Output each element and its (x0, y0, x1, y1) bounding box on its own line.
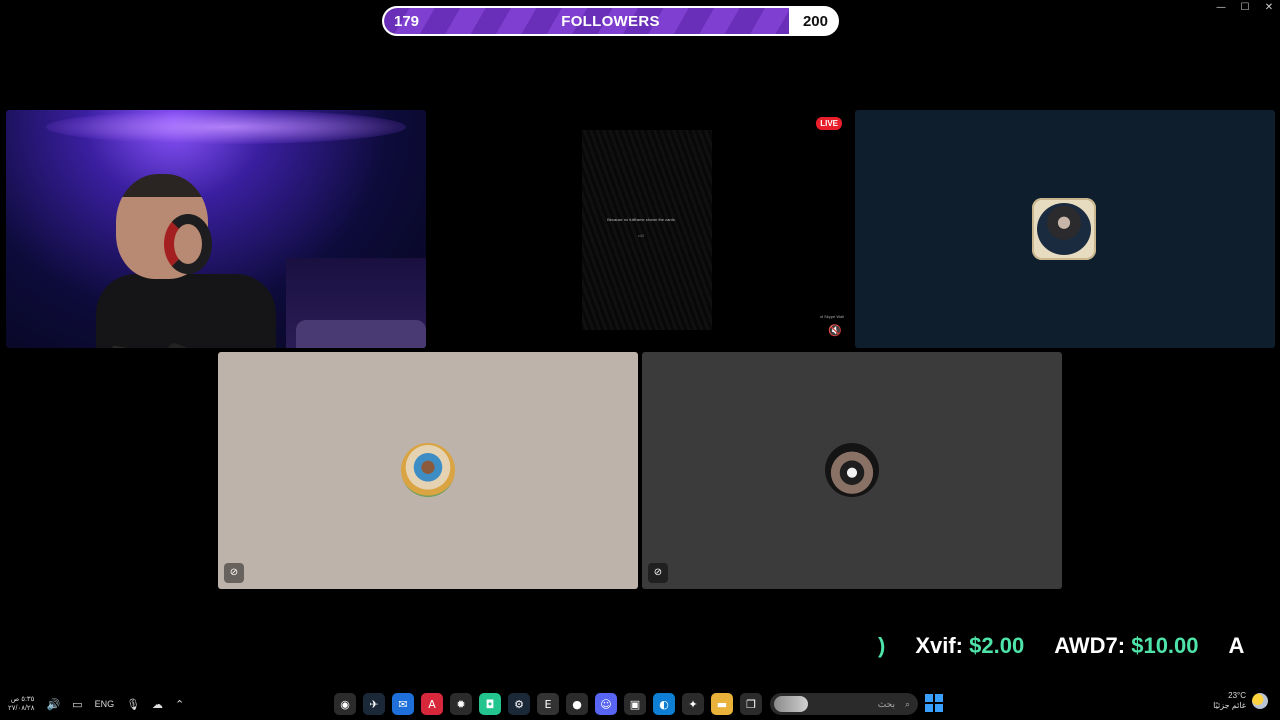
webcam-tile (6, 110, 426, 348)
headset-icon (164, 214, 212, 274)
chrome-icon[interactable]: ● (566, 693, 588, 715)
live-badge: LIVE (816, 117, 842, 130)
streamer (96, 174, 276, 348)
system-tray: ٥:٣٥ ص ٢٧/٠٨/٢٨ 🔊 ▭ ENG 🎙 ☁ ⌃ (8, 688, 184, 720)
screen-submessage: c42 (637, 233, 645, 238)
steam-icon[interactable]: ⚙ (508, 693, 530, 715)
explorer-icon[interactable]: ▬ (711, 693, 733, 715)
weather-widget[interactable]: 23°C غائم جزئيًا (1213, 691, 1268, 711)
taskbar: ٥:٣٥ ص ٢٧/٠٨/٢٨ 🔊 ▭ ENG 🎙 ☁ ⌃ ◉ ✈ ✉ A ✹ ◘ ⚙ E ● ☺… (0, 688, 1280, 720)
app-a-icon[interactable]: A (421, 693, 443, 715)
start-button[interactable] (925, 694, 943, 712)
search-highlight-image (774, 696, 808, 712)
followers-goal-bar: 179 FOLLOWERS 200 (382, 6, 839, 36)
donation-amount: $2.00 (969, 633, 1025, 658)
donation-item: Xvif: $2.00 (915, 633, 1024, 659)
donor-name: A (1228, 633, 1245, 658)
window-controls: — ☐ ✕ (1216, 2, 1274, 13)
background-sofa (296, 320, 426, 348)
donor-name: AWD7: (1054, 633, 1126, 658)
weather-icon (1252, 693, 1268, 709)
screen-share-tile: Because no fullframe shown the cards c42… (432, 110, 850, 348)
mail-icon[interactable]: ✉ (392, 693, 414, 715)
donor-name: Xvif: (915, 633, 964, 658)
search-placeholder: بحث (877, 698, 895, 709)
participant-tile-bottom-right: ⊘ (642, 352, 1062, 589)
minimize-icon[interactable]: — (1216, 2, 1226, 13)
discord-icon[interactable]: ☺ (595, 693, 617, 715)
chevron-up-icon[interactable]: ⌃ (175, 698, 184, 711)
screen-message: Because no fullframe shown the cards (607, 217, 675, 222)
weather-temp: 23°C (1228, 691, 1246, 700)
participant-avatar (825, 443, 879, 497)
clock-time: ٥:٣٥ ص (10, 696, 35, 703)
donation-ticker: ) Xvif: $2.00 AWD7: $10.00 A (878, 633, 1280, 663)
language-indicator[interactable]: ENG (95, 699, 115, 709)
ticker-lead-fragment: ) (878, 633, 886, 658)
goal-label: FOLLOWERS (561, 13, 660, 30)
clock[interactable]: ٥:٣٥ ص ٢٧/٠٨/٢٨ (8, 695, 34, 713)
goal-target-count: 200 (802, 13, 828, 30)
camera-off-icon[interactable]: ⊘ (648, 563, 668, 583)
screen-texture (582, 130, 712, 330)
maximize-icon[interactable]: ☐ (1240, 2, 1250, 13)
participant-avatar (1037, 203, 1091, 255)
mic-muted-icon[interactable]: ⊘ (224, 563, 244, 583)
mute-icon[interactable]: 🔇 (826, 323, 844, 339)
onedrive-icon[interactable]: ☁ (152, 698, 163, 711)
participant-avatar-frame (1032, 198, 1096, 260)
epic-icon[interactable]: E (537, 693, 559, 715)
obs-icon[interactable]: ◉ (334, 693, 356, 715)
taskview-icon[interactable]: ❐ (740, 693, 762, 715)
discord-like-icon[interactable]: ◘ (479, 693, 501, 715)
close-icon[interactable]: ✕ (1264, 2, 1274, 13)
clock-date: ٢٧/٠٨/٢٨ (8, 705, 35, 712)
donation-item: AWD7: $10.00 (1054, 633, 1198, 659)
steelseries-icon[interactable]: ✹ (450, 693, 472, 715)
edge-icon[interactable]: ◐ (653, 693, 675, 715)
ceiling-light (46, 110, 406, 144)
copilot-icon[interactable]: ✦ (682, 693, 704, 715)
participant-avatar (401, 443, 455, 497)
participant-tile-top-right (855, 110, 1275, 348)
search-icon: ⌕ (904, 698, 910, 709)
taskbar-apps: ◉ ✈ ✉ A ✹ ◘ ⚙ E ● ☺ ▣ ◐ ✦ ▬ ❐ (334, 693, 762, 715)
taskbar-search[interactable]: بحث ⌕ (770, 693, 918, 715)
participant-tile-bottom-left: ⊘ (218, 352, 638, 589)
network-icon[interactable]: ▭ (72, 698, 82, 711)
microphone-icon[interactable]: 🎙 (126, 698, 140, 711)
screen-caption: of Skype Wall (819, 314, 844, 319)
store-icon[interactable]: ▣ (624, 693, 646, 715)
donation-amount: $10.00 (1131, 633, 1199, 658)
steam-tool-icon[interactable]: ✈ (363, 693, 385, 715)
donation-item: A (1229, 633, 1245, 659)
volume-icon[interactable]: 🔊 (46, 698, 60, 711)
streamer-hoodie (96, 274, 276, 348)
weather-desc: غائم جزئيًا (1213, 701, 1246, 710)
